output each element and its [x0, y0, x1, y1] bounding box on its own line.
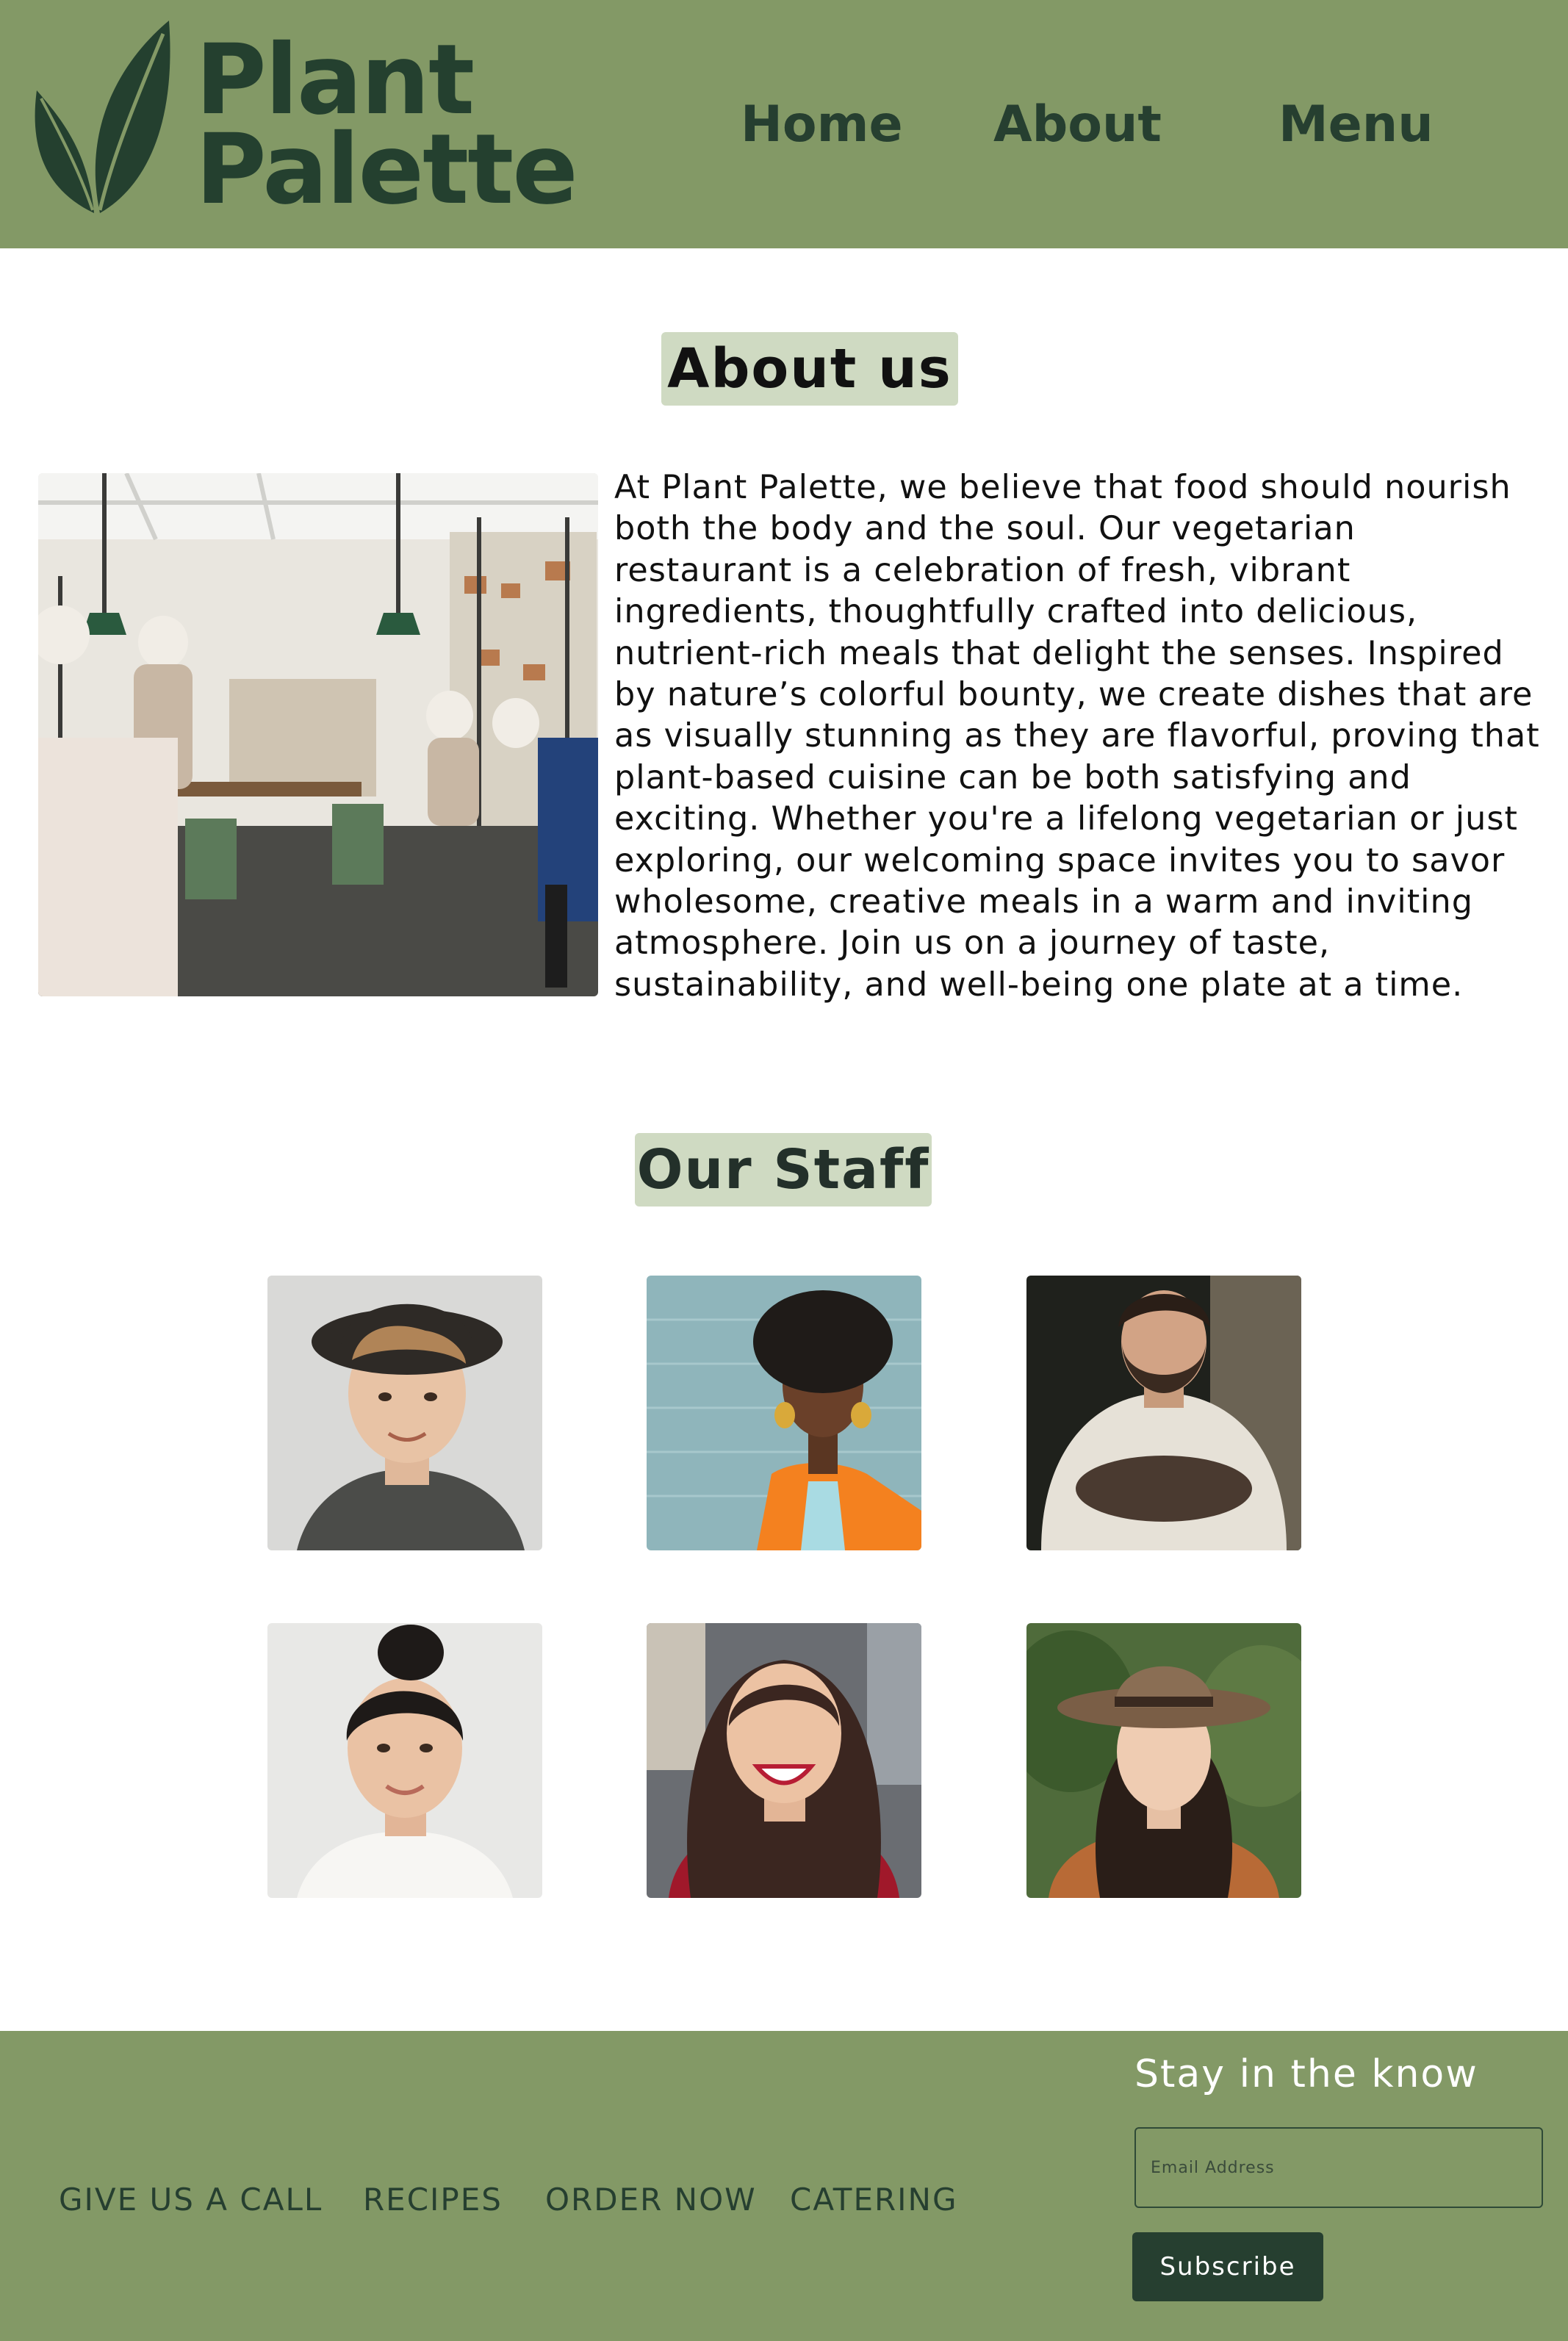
nav-about-link[interactable]: About	[993, 88, 1162, 162]
email-input[interactable]	[1134, 2127, 1543, 2208]
nav-menu-link[interactable]: Menu	[1279, 88, 1434, 162]
footer-link-recipes[interactable]: RECIPES	[363, 2178, 503, 2222]
footer-link-order-now[interactable]: ORDER NOW	[545, 2178, 757, 2222]
about-title: About us	[661, 332, 958, 406]
nav-home-link[interactable]: Home	[741, 88, 903, 162]
staff-photo	[647, 1623, 921, 1898]
staff-photo	[267, 1276, 542, 1550]
staff-photo	[647, 1276, 921, 1550]
staff-photo	[1026, 1623, 1301, 1898]
subscribe-button[interactable]: Subscribe	[1132, 2232, 1323, 2301]
newsletter-heading: Stay in the know	[1134, 2052, 1478, 2096]
main-nav: Home About Menu	[0, 88, 1568, 162]
staff-photo	[267, 1623, 542, 1898]
about-description: At Plant Palette, we believe that food s…	[614, 469, 1540, 1004]
footer-link-call[interactable]: GIVE US A CALL	[59, 2178, 323, 2222]
restaurant-interior-image	[38, 473, 598, 996]
site-footer: GIVE US A CALL RECIPES ORDER NOW CATERIN…	[0, 2031, 1568, 2341]
site-header: Plant Palette Home About Menu	[0, 0, 1568, 248]
footer-link-catering[interactable]: CATERING	[790, 2178, 958, 2222]
staff-photo	[1026, 1276, 1301, 1550]
staff-title: Our Staff	[635, 1133, 932, 1207]
